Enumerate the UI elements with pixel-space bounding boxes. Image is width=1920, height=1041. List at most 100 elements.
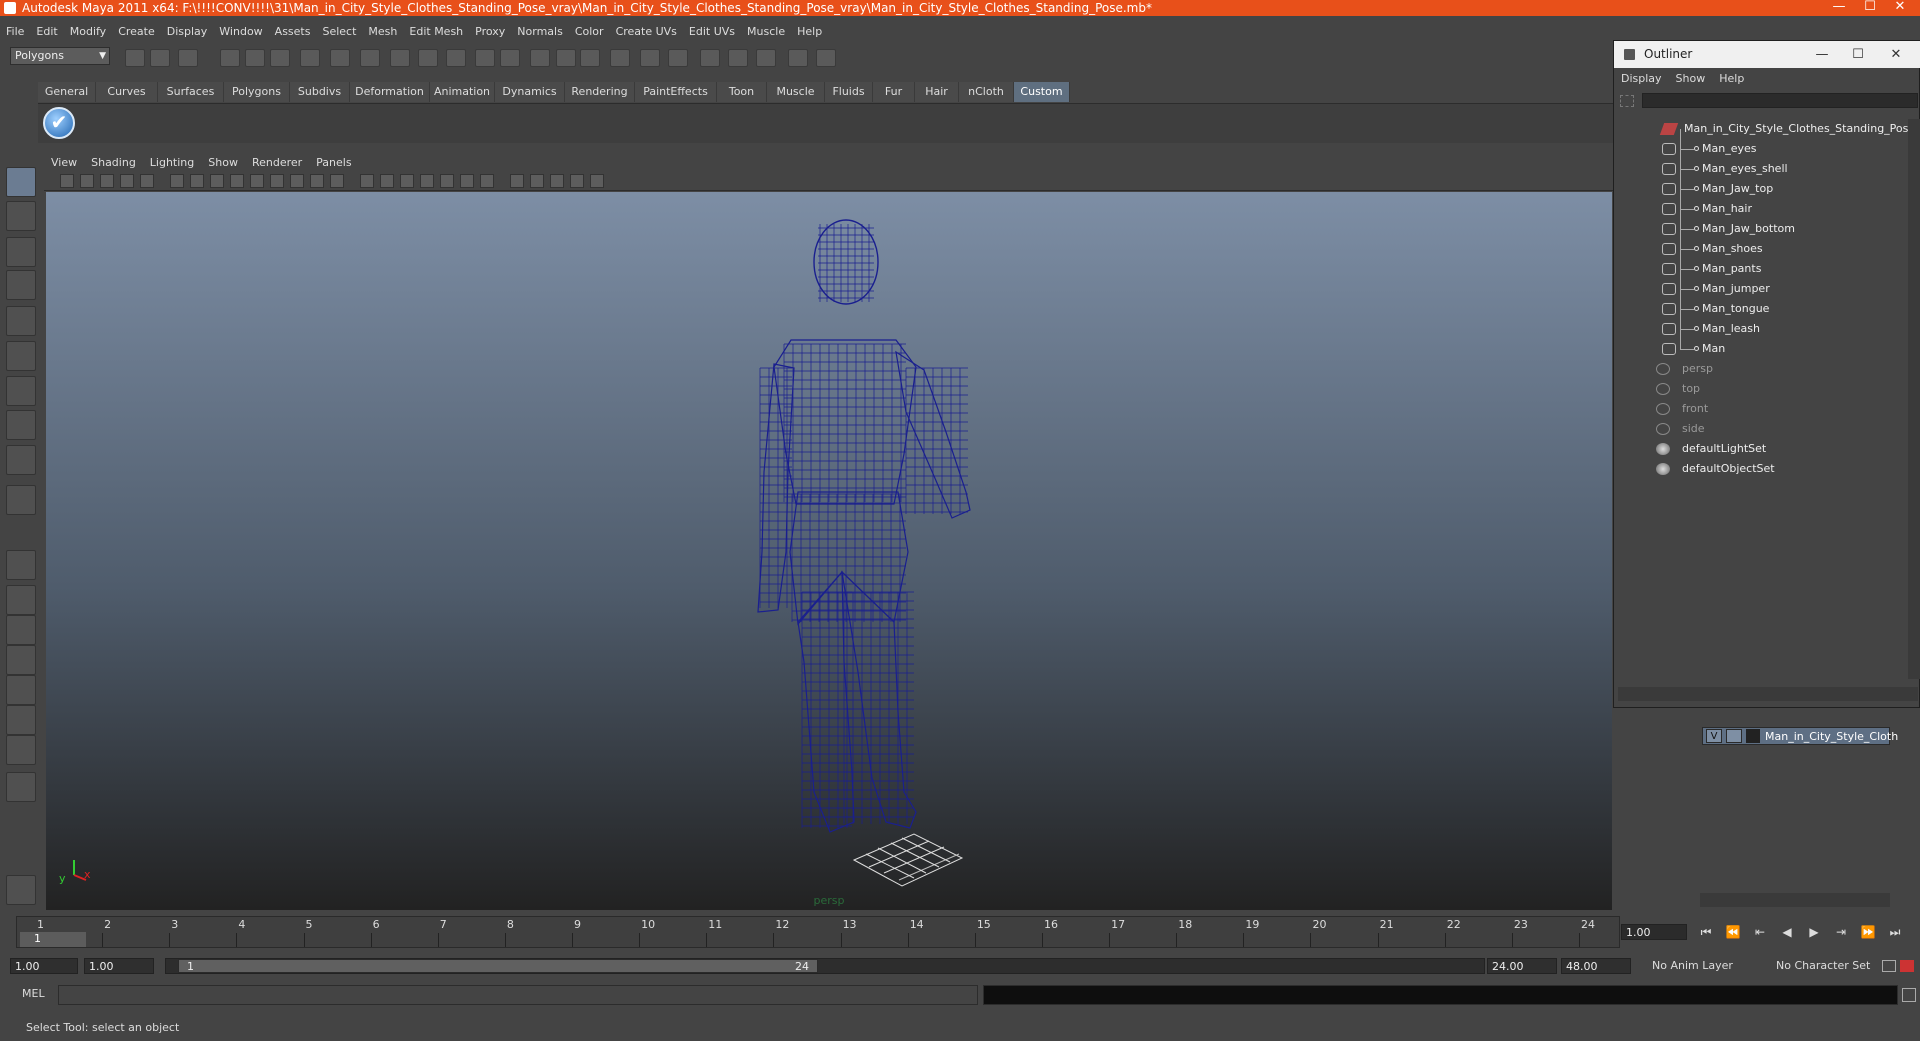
- outliner-item[interactable]: Man: [1618, 339, 1905, 359]
- step-back-key-icon[interactable]: ⏪: [1722, 922, 1744, 942]
- status-line-tool-icon[interactable]: [245, 49, 265, 67]
- status-line-tool-icon[interactable]: [270, 49, 290, 67]
- outliner-item[interactable]: Man_Jaw_top: [1618, 179, 1905, 199]
- preferences-icon[interactable]: [1900, 960, 1914, 972]
- layout-four-icon[interactable]: [6, 585, 36, 615]
- time-slider[interactable]: 1 2 3 4 5 6 7 8 9 10 11 12 13 14 15 16 17 18 19 20 21 22 23 24: [16, 916, 1620, 948]
- go-to-start-icon[interactable]: ⏮: [1695, 922, 1717, 942]
- menu-proxy[interactable]: Proxy: [469, 23, 511, 41]
- layout-single-icon[interactable]: [6, 550, 36, 580]
- mel-command-input[interactable]: [58, 985, 978, 1005]
- menu-assets[interactable]: Assets: [269, 23, 317, 41]
- status-line-tool-icon[interactable]: [556, 49, 576, 67]
- paint-select-icon[interactable]: [6, 237, 36, 267]
- status-line-tool-icon[interactable]: [360, 49, 380, 67]
- step-forward-key-icon[interactable]: ⏩: [1857, 922, 1879, 942]
- outliner-search-input[interactable]: [1642, 93, 1918, 108]
- mel-label[interactable]: MEL: [22, 987, 45, 1000]
- current-frame-marker[interactable]: 1: [20, 932, 86, 947]
- panel-tool-icon[interactable]: [480, 174, 494, 188]
- panel-tool-icon[interactable]: [330, 174, 344, 188]
- panel-tool-icon[interactable]: [290, 174, 304, 188]
- shelf-tab-fluids[interactable]: Fluids: [825, 82, 873, 102]
- outliner-horizontal-scrollbar[interactable]: [1618, 687, 1918, 701]
- layout-toggle-icon[interactable]: [6, 772, 36, 802]
- panel-tool-icon[interactable]: [360, 174, 374, 188]
- panel-menu-renderer[interactable]: Renderer: [245, 154, 309, 171]
- layout-custom-icon[interactable]: [6, 735, 36, 765]
- panel-tool-icon[interactable]: [120, 174, 134, 188]
- panel-tool-icon[interactable]: [210, 174, 224, 188]
- outliner-item[interactable]: Man_in_City_Style_Clothes_Standing_Pose: [1618, 119, 1915, 139]
- panel-tool-icon[interactable]: [190, 174, 204, 188]
- shelf-tab-muscle[interactable]: Muscle: [767, 82, 825, 102]
- layout-outliner-icon[interactable]: [6, 615, 36, 645]
- anim-layer-dropdown[interactable]: No Anim Layer: [1634, 958, 1759, 974]
- select-tool-icon[interactable]: [6, 167, 36, 197]
- check-icon[interactable]: ✔: [43, 107, 75, 139]
- panel-tool-icon[interactable]: [60, 174, 74, 188]
- status-line-tool-icon[interactable]: [125, 49, 145, 67]
- scale-tool-icon[interactable]: [6, 341, 36, 371]
- outliner-item[interactable]: defaultLightSet: [1618, 439, 1905, 459]
- shelf-tab-ncloth[interactable]: nCloth: [959, 82, 1014, 102]
- outliner-item[interactable]: Man_hair: [1618, 199, 1905, 219]
- shelf-tab-hair[interactable]: Hair: [915, 82, 959, 102]
- outliner-list[interactable]: Man_in_City_Style_Clothes_Standing_Pose M…: [1618, 119, 1915, 679]
- status-line-tool-icon[interactable]: [300, 49, 320, 67]
- panel-tool-icon[interactable]: [550, 174, 564, 188]
- panel-tool-icon[interactable]: [440, 174, 454, 188]
- menu-edit-mesh[interactable]: Edit Mesh: [403, 23, 469, 41]
- status-line-tool-icon[interactable]: [788, 49, 808, 67]
- outliner-item[interactable]: Man_leash: [1618, 319, 1905, 339]
- rotate-tool-icon[interactable]: [6, 306, 36, 336]
- status-line-tool-icon[interactable]: [150, 49, 170, 67]
- shelf-tab-animation[interactable]: Animation: [430, 82, 495, 102]
- shelf-tab-dynamics[interactable]: Dynamics: [495, 82, 565, 102]
- panel-tool-icon[interactable]: [530, 174, 544, 188]
- status-line-tool-icon[interactable]: [816, 49, 836, 67]
- panel-menu-show[interactable]: Show: [201, 154, 245, 171]
- outliner-menu-display[interactable]: Display: [1614, 70, 1669, 88]
- layout-graph-icon[interactable]: [6, 645, 36, 675]
- status-line-tool-icon[interactable]: [530, 49, 550, 67]
- go-to-end-icon[interactable]: ⏭: [1884, 922, 1906, 942]
- shelf-tab-general[interactable]: General: [38, 82, 96, 102]
- perspective-viewport[interactable]: y x persp: [46, 192, 1612, 910]
- outliner-item[interactable]: defaultObjectSet: [1618, 459, 1905, 479]
- menu-create-uvs[interactable]: Create UVs: [610, 23, 683, 41]
- hand-icon[interactable]: [6, 875, 36, 905]
- outliner-menu-help[interactable]: Help: [1712, 70, 1751, 88]
- animation-start-field[interactable]: 1.00: [10, 958, 78, 974]
- shelf-tab-custom[interactable]: Custom: [1014, 82, 1070, 102]
- panel-tool-icon[interactable]: [420, 174, 434, 188]
- panel-menu-panels[interactable]: Panels: [309, 154, 358, 171]
- status-line-tool-icon[interactable]: [610, 49, 630, 67]
- menu-edit-uvs[interactable]: Edit UVs: [683, 23, 741, 41]
- panel-tool-icon[interactable]: [510, 174, 524, 188]
- menu-create[interactable]: Create: [112, 23, 161, 41]
- menu-window[interactable]: Window: [213, 23, 268, 41]
- outliner-item[interactable]: Man_eyes_shell: [1618, 159, 1905, 179]
- panel-tool-icon[interactable]: [80, 174, 94, 188]
- outliner-item[interactable]: Man_jumper: [1618, 279, 1905, 299]
- status-line-tool-icon[interactable]: [728, 49, 748, 67]
- outliner-close-button[interactable]: ✕: [1878, 41, 1914, 68]
- current-time-field[interactable]: 1.00: [1621, 924, 1687, 940]
- panel-menu-shading[interactable]: Shading: [84, 154, 143, 171]
- menu-help[interactable]: Help: [791, 23, 828, 41]
- panel-tool-icon[interactable]: [270, 174, 284, 188]
- step-back-frame-icon[interactable]: ⇤: [1749, 922, 1771, 942]
- manipulator-icon[interactable]: [6, 376, 36, 406]
- panel-tool-icon[interactable]: [100, 174, 114, 188]
- status-line-tool-icon[interactable]: [390, 49, 410, 67]
- layer-horizontal-scrollbar[interactable]: [1700, 893, 1890, 907]
- status-line-tool-icon[interactable]: [756, 49, 776, 67]
- outliner-item[interactable]: top: [1618, 379, 1905, 399]
- show-manip-icon[interactable]: [6, 445, 36, 475]
- menu-set-dropdown[interactable]: Polygons ▼: [10, 47, 110, 65]
- shelf-tab-polygons[interactable]: Polygons: [224, 82, 290, 102]
- status-line-tool-icon[interactable]: [475, 49, 495, 67]
- play-backward-icon[interactable]: ◀: [1776, 922, 1798, 942]
- panel-tool-icon[interactable]: [310, 174, 324, 188]
